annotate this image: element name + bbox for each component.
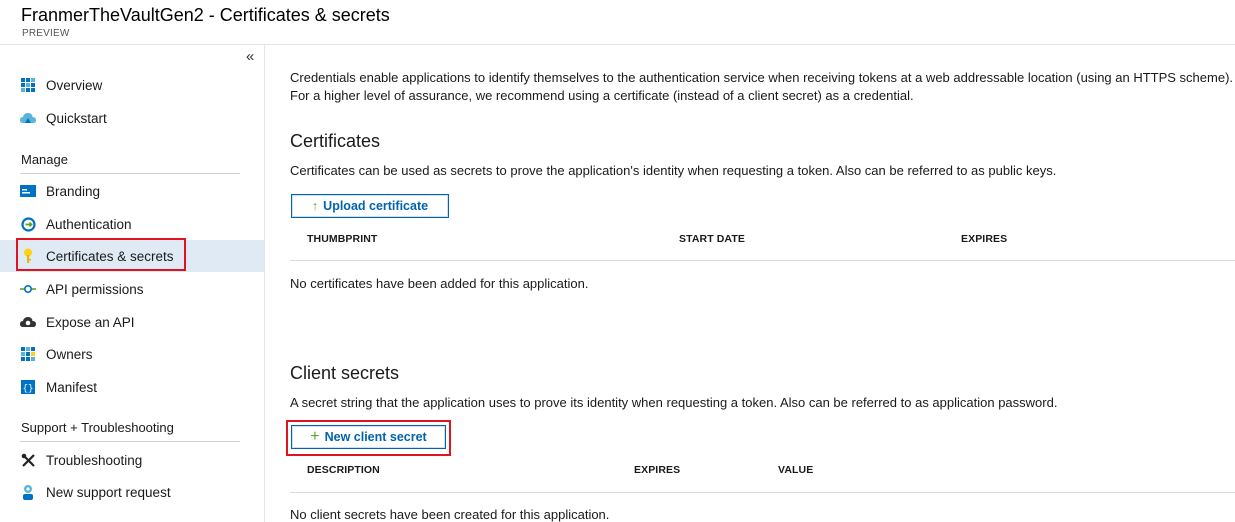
sidebar-item-label: Manifest bbox=[46, 379, 98, 395]
sidebar-item-overview[interactable]: Overview bbox=[0, 69, 264, 101]
client-secrets-empty-message: No client secrets have been created for … bbox=[290, 507, 610, 522]
sidebar-item-label: Quickstart bbox=[46, 110, 107, 126]
column-header-value[interactable]: VALUE bbox=[778, 464, 813, 476]
client-secrets-description: A secret string that the application use… bbox=[290, 395, 1058, 410]
cloud-icon bbox=[20, 110, 36, 126]
wrench-icon bbox=[20, 452, 36, 468]
sidebar-item-authentication[interactable]: Authentication bbox=[0, 208, 264, 240]
sidebar-item-label: Expose an API bbox=[46, 314, 135, 330]
sidebar-item-label: Owners bbox=[46, 346, 93, 362]
page-title: FranmerTheVaultGen2 - Certificates & sec… bbox=[21, 5, 390, 25]
highlight-box-certificates bbox=[16, 238, 186, 271]
blade-header: FranmerTheVaultGen2 - Certificates & sec… bbox=[0, 0, 1235, 45]
sidebar-item-label: Authentication bbox=[46, 216, 132, 232]
column-header-description[interactable]: DESCRIPTION bbox=[307, 464, 380, 476]
owners-grid-icon bbox=[20, 346, 36, 362]
sidebar-item-label: New support request bbox=[46, 484, 171, 500]
table-header-divider bbox=[290, 492, 1235, 493]
manifest-icon: {} bbox=[20, 379, 36, 395]
section-divider bbox=[20, 441, 240, 442]
sidebar-item-label: API permissions bbox=[46, 281, 144, 297]
button-label: Upload certificate bbox=[323, 199, 429, 213]
sidebar-item-expose-api[interactable]: Expose an API bbox=[0, 306, 264, 338]
table-header-divider bbox=[290, 260, 1235, 261]
section-header-manage: Manage bbox=[21, 152, 68, 167]
main-content: Credentials enable applications to ident… bbox=[265, 45, 1235, 522]
certificates-heading: Certificates bbox=[290, 131, 381, 151]
column-header-expires[interactable]: EXPIRES bbox=[961, 233, 1007, 245]
certificates-empty-message: No certificates have been added for this… bbox=[290, 276, 589, 291]
branding-card-icon bbox=[20, 183, 36, 199]
sidebar-item-label: Troubleshooting bbox=[46, 452, 143, 468]
overview-grid-icon bbox=[20, 77, 36, 93]
highlight-box-new-client-secret bbox=[286, 420, 451, 456]
section-header-support: Support + Troubleshooting bbox=[21, 420, 174, 435]
upload-arrow-icon: ↑ bbox=[311, 199, 319, 213]
sidebar-item-api-permissions[interactable]: API permissions bbox=[0, 273, 264, 305]
intro-text: Credentials enable applications to ident… bbox=[290, 70, 1234, 103]
api-permissions-icon bbox=[20, 281, 36, 297]
column-header-expires[interactable]: EXPIRES bbox=[634, 464, 680, 476]
sidebar-item-owners[interactable]: Owners bbox=[0, 338, 264, 370]
collapse-sidebar-icon[interactable]: « bbox=[246, 48, 254, 65]
sidebar-item-manifest[interactable]: {} Manifest bbox=[0, 371, 264, 403]
upload-certificate-button[interactable]: ↑ Upload certificate bbox=[291, 194, 449, 218]
sidebar-item-new-support-request[interactable]: New support request bbox=[0, 476, 264, 508]
sidebar-item-troubleshooting[interactable]: Troubleshooting bbox=[0, 444, 264, 476]
support-person-icon bbox=[20, 484, 36, 500]
client-secrets-heading: Client secrets bbox=[290, 363, 400, 383]
section-divider bbox=[20, 173, 240, 174]
sidebar-item-branding[interactable]: Branding bbox=[0, 175, 264, 207]
column-header-start-date[interactable]: START DATE bbox=[679, 233, 745, 245]
cloud-gear-icon bbox=[20, 314, 36, 330]
sidebar-item-label: Overview bbox=[46, 77, 103, 93]
sidebar-item-label: Branding bbox=[46, 183, 101, 199]
column-header-thumbprint[interactable]: THUMBPRINT bbox=[307, 233, 377, 245]
certificates-description: Certificates can be used as secrets to p… bbox=[290, 163, 1057, 178]
sidebar: « Overview Quickstart Manage Branding Au… bbox=[0, 45, 265, 522]
authentication-icon bbox=[20, 216, 36, 232]
preview-label: PREVIEW bbox=[22, 28, 70, 39]
svg-text:{}: {} bbox=[23, 384, 34, 394]
sidebar-item-quickstart[interactable]: Quickstart bbox=[0, 102, 264, 134]
